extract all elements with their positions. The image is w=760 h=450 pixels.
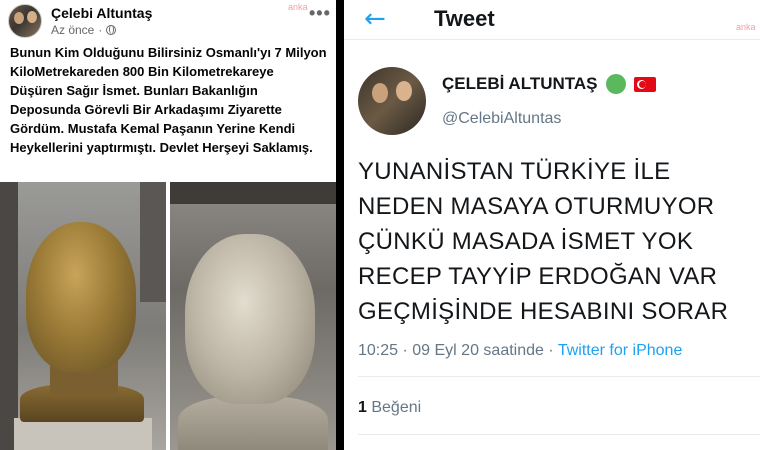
likes-label: Beğeni bbox=[371, 399, 422, 416]
post-photo-stone-bust[interactable] bbox=[170, 182, 336, 450]
tweet-topbar: ← Tweet anka bbox=[344, 0, 760, 40]
tweet-screen: ← Tweet anka ÇELEBİ ALTUNTAŞ @CelebiAltu… bbox=[344, 0, 760, 450]
tweet-author-name[interactable]: ÇELEBİ ALTUNTAŞ bbox=[442, 74, 598, 94]
likes-count[interactable]: 1 Beğeni bbox=[358, 399, 421, 417]
page-title: Tweet bbox=[434, 6, 495, 31]
facebook-post: Çelebi Altuntaş Az önce · ••• anka Bunun… bbox=[0, 0, 336, 450]
green-circle-icon bbox=[605, 74, 626, 94]
author-row: ÇELEBİ ALTUNTAŞ bbox=[442, 74, 656, 94]
post-author-name[interactable]: Çelebi Altuntaş bbox=[51, 5, 152, 21]
avatar[interactable] bbox=[8, 4, 42, 38]
arrow-left-icon[interactable]: ← bbox=[364, 4, 386, 34]
tweet-handle[interactable]: @CelebiAltuntas bbox=[442, 110, 561, 128]
separator bbox=[358, 376, 760, 377]
turkey-flag-icon bbox=[633, 76, 656, 92]
tweet-source-link[interactable]: Twitter for iPhone bbox=[558, 342, 683, 359]
post-header: Çelebi Altuntaş Az önce · ••• anka bbox=[0, 0, 336, 40]
screenshot-collage: Çelebi Altuntaş Az önce · ••• anka Bunun… bbox=[0, 0, 760, 450]
likes-number: 1 bbox=[358, 399, 367, 416]
separator bbox=[358, 434, 760, 435]
watermark: anka bbox=[736, 22, 756, 32]
post-meta: Az önce · bbox=[51, 23, 117, 37]
tweet-timestamp[interactable]: 10:25 · 09 Eyl 20 saatinde · bbox=[358, 342, 554, 359]
post-time[interactable]: Az önce bbox=[51, 23, 94, 37]
tweet-meta: 10:25 · 09 Eyl 20 saatinde · Twitter for… bbox=[358, 342, 682, 360]
globe-icon bbox=[106, 25, 117, 35]
tweet-text: YUNANİSTAN TÜRKİYE İLE NEDEN MASAYA OTUR… bbox=[358, 158, 729, 325]
post-photo-bronze-bust[interactable] bbox=[0, 182, 166, 450]
more-horizontal-icon[interactable]: ••• bbox=[309, 3, 331, 24]
watermark: anka bbox=[288, 2, 308, 12]
avatar[interactable] bbox=[358, 67, 426, 135]
divider bbox=[336, 0, 344, 450]
post-text: Bunun Kim Olduğunu Bilirsiniz Osmanlı'yı… bbox=[10, 45, 327, 155]
